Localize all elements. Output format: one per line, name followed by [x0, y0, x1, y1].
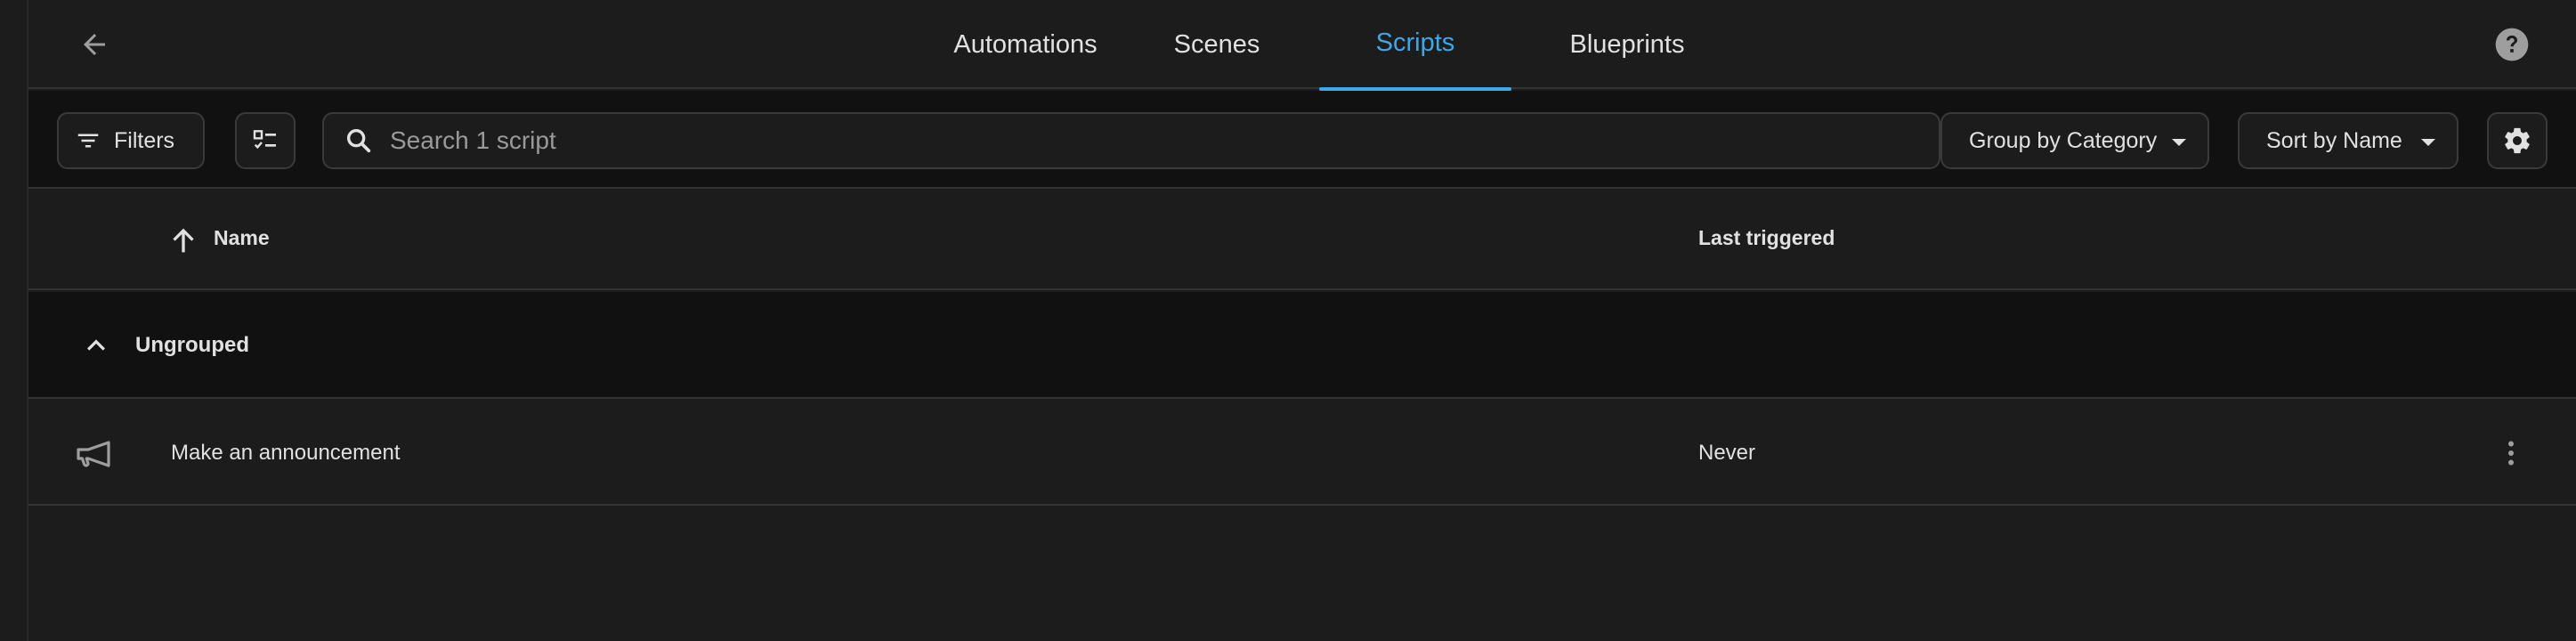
tab-label: Scenes	[1173, 29, 1260, 59]
tab-label: Automations	[953, 29, 1098, 59]
column-header-name[interactable]: Name	[214, 226, 270, 250]
column-header-last-triggered[interactable]: Last triggered	[1698, 226, 1835, 250]
search-icon	[346, 128, 371, 153]
sort-ascending-icon[interactable]	[166, 223, 201, 258]
group-header-row[interactable]: Ungrouped	[28, 292, 2576, 399]
toolbar: Filters Group by Category Sort by Name	[28, 91, 2576, 189]
caret-down-icon	[2172, 139, 2186, 146]
sort-by-dropdown[interactable]: Sort by Name	[2238, 112, 2459, 169]
main-panel: Automations Scenes Scripts Blueprints Fi…	[28, 0, 2576, 641]
table-header: Name Last triggered	[28, 191, 2576, 290]
tab-scripts[interactable]: Scripts	[1319, 0, 1511, 91]
dots-vertical-icon	[2508, 441, 2514, 466]
tab-bar: Automations Scenes Scripts Blueprints	[28, 0, 2576, 91]
tab-automations[interactable]: Automations	[919, 0, 1132, 89]
tab-label: Blueprints	[1569, 29, 1685, 59]
chevron-up-icon[interactable]	[78, 328, 114, 363]
help-circle-icon	[2495, 28, 2529, 61]
help-button[interactable]	[2485, 18, 2539, 71]
caret-down-icon	[2421, 139, 2435, 146]
sidebar-edge	[0, 0, 28, 641]
filters-button[interactable]: Filters	[57, 112, 205, 169]
search-input[interactable]	[390, 126, 1814, 155]
group-by-label: Group by Category	[1969, 127, 2158, 153]
script-name: Make an announcement	[171, 441, 401, 465]
sort-by-label: Sort by Name	[2266, 127, 2402, 153]
filter-icon	[77, 134, 99, 148]
table-row[interactable]: Make an announcement Never	[28, 401, 2576, 506]
tab-blueprints[interactable]: Blueprints	[1520, 0, 1734, 89]
top-app-bar: Automations Scenes Scripts Blueprints	[28, 0, 2576, 91]
table-settings-button[interactable]	[2487, 112, 2548, 169]
filters-label: Filters	[114, 127, 175, 153]
checklist-icon	[253, 130, 276, 150]
group-label: Ungrouped	[135, 333, 249, 357]
row-overflow-menu-button[interactable]	[2489, 431, 2533, 475]
megaphone-icon	[77, 441, 110, 467]
gear-icon	[2505, 127, 2530, 154]
group-by-dropdown[interactable]: Group by Category	[1940, 112, 2209, 169]
last-triggered-value: Never	[1698, 441, 1756, 465]
search-field[interactable]	[322, 112, 1940, 169]
tab-scenes[interactable]: Scenes	[1132, 0, 1301, 89]
tab-label: Scripts	[1375, 28, 1455, 57]
selection-mode-button[interactable]	[235, 112, 296, 169]
